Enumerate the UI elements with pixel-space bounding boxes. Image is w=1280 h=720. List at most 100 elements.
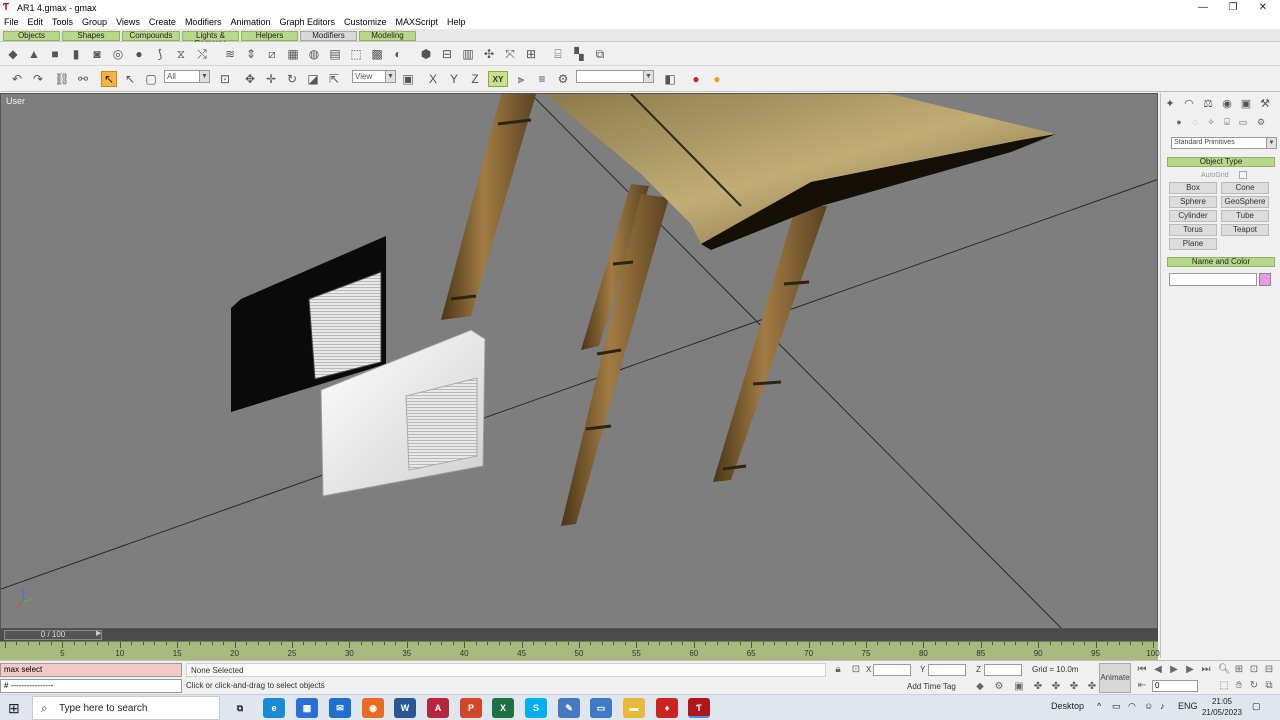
mail-icon[interactable]: ✉ — [329, 698, 351, 718]
tab-lights-cameras[interactable]: Lights & Cameras — [182, 31, 239, 48]
cube-icon[interactable]: ◆ — [5, 46, 21, 62]
key-mode-toggle-icon[interactable]: ⇤ — [1136, 680, 1148, 692]
ffd-icon[interactable]: ▤ — [327, 46, 343, 62]
tab-shapes[interactable]: Shapes — [62, 31, 120, 41]
edit-mesh-icon[interactable]: ⬚ — [348, 46, 364, 62]
utilities-tab-icon[interactable]: ⚒ — [1258, 97, 1272, 111]
go-to-end-icon[interactable]: ⏭ — [1200, 664, 1212, 676]
edge-icon[interactable]: e — [263, 698, 285, 718]
tab-helpers[interactable]: Helpers — [241, 31, 298, 41]
skew-icon[interactable]: ⧄ — [264, 46, 280, 62]
zoom-extents-icon[interactable]: ⊡ — [1248, 664, 1260, 676]
volume-icon[interactable]: ♪ — [1160, 701, 1165, 711]
key-mode-icon[interactable]: ✤ — [1032, 681, 1044, 693]
excel-icon[interactable]: X — [492, 698, 514, 718]
maxscript-listener-input[interactable]: # ---------------- — [0, 679, 182, 693]
torus-button[interactable]: Torus — [1169, 224, 1217, 236]
hierarchy-tab-icon[interactable]: ⚖ — [1201, 97, 1215, 111]
tab-objects[interactable]: Objects — [3, 31, 60, 41]
battery-icon[interactable]: ▭ — [1112, 701, 1121, 712]
menu-maxscript[interactable]: MAXScript — [396, 17, 439, 27]
reference-coord-dropdown[interactable]: View ▼ — [352, 70, 396, 83]
selection-filter-dropdown[interactable]: All ▼ — [164, 70, 210, 83]
smooth-icon[interactable]: ◐ — [390, 46, 406, 62]
object-color-swatch[interactable] — [1259, 273, 1271, 286]
track-bar[interactable]: 5 10 15 20 25 30 35 40 45 50 55 60 65 70 75 80 85 90 95 100 — [0, 641, 1160, 660]
create-tab-icon[interactable]: ✦ — [1163, 97, 1177, 111]
teapot-button[interactable]: Teapot — [1221, 224, 1269, 236]
move-icon[interactable]: ✥ — [242, 71, 258, 87]
cameras-icon[interactable]: ⌸ — [1221, 117, 1233, 129]
lock-selection-icon[interactable]: 🔒︎ — [832, 664, 844, 676]
menu-views[interactable]: Views — [116, 17, 140, 27]
snap-icon[interactable]: ⚙ — [555, 71, 571, 87]
sphere-icon[interactable]: ● — [131, 46, 147, 62]
pivot-center-icon[interactable]: ▣ — [400, 71, 416, 87]
selection-region-icon[interactable]: ▢ — [143, 71, 159, 87]
absolute-mode-icon[interactable]: ⊡ — [850, 664, 862, 676]
people-icon[interactable]: ☺ — [1144, 701, 1153, 711]
autogrid-checkbox[interactable] — [1239, 171, 1247, 179]
restrict-y-icon[interactable]: Y — [446, 71, 462, 87]
menu-modifiers[interactable]: Modifiers — [185, 17, 222, 27]
next-frame-icon[interactable]: ▶ — [1184, 664, 1196, 676]
menu-create[interactable]: Create — [149, 17, 176, 27]
windows-start-icon[interactable]: ⊞ — [8, 700, 24, 716]
taper-icon[interactable]: ⧖ — [173, 46, 189, 62]
named-selection-dropdown[interactable]: ▼ — [576, 70, 654, 83]
optimize-icon[interactable]: ✣ — [481, 46, 497, 62]
unlink-icon[interactable]: ⚯ — [75, 71, 91, 87]
systems-icon[interactable]: ⚙ — [1255, 117, 1267, 129]
modify-tab-icon[interactable]: ◠ — [1182, 97, 1196, 111]
menu-tools[interactable]: Tools — [52, 17, 73, 27]
select-link-icon[interactable]: ⛓ — [54, 71, 70, 87]
select-by-name-icon[interactable]: ↖ — [122, 71, 138, 87]
powerpoint-icon[interactable]: P — [460, 698, 482, 718]
firefox-icon[interactable]: ◉ — [362, 698, 384, 718]
taskbar-clock[interactable]: 21:05 21/05/2023 — [1200, 696, 1244, 718]
bend-icon[interactable]: ⟆ — [152, 46, 168, 62]
object-name-field[interactable] — [1169, 273, 1257, 286]
access-icon[interactable]: A — [427, 698, 449, 718]
lattice-icon[interactable]: ▦ — [285, 46, 301, 62]
mirror-tool-icon[interactable]: ⫸ — [513, 71, 529, 87]
gmax-taskbar-icon[interactable]: Ƭ — [688, 698, 710, 718]
current-frame-field[interactable]: 0 — [1152, 680, 1198, 692]
name-and-color-rollout[interactable]: Name and Color — [1167, 257, 1275, 267]
lights-icon[interactable]: ✧ — [1205, 117, 1217, 129]
chevron-up-icon[interactable]: ^ — [1097, 701, 1101, 711]
close-button[interactable]: ✕ — [1246, 0, 1280, 15]
motion-tab-icon[interactable]: ◉ — [1220, 97, 1234, 111]
time-slider-thumb[interactable]: 0 / 100 — [4, 630, 102, 640]
primitive-category-dropdown[interactable]: Standard Primitives ▼ — [1171, 137, 1277, 149]
set-key-icon[interactable]: ▣ — [1013, 681, 1025, 693]
tab-compounds[interactable]: Compounds — [122, 31, 180, 41]
next-frame-arrow-icon[interactable]: ▶ — [96, 629, 101, 639]
sphere-button[interactable]: Sphere — [1169, 196, 1217, 208]
geometry-icon[interactable]: ● — [1173, 117, 1185, 129]
game-icon[interactable]: ♦ — [656, 698, 678, 718]
xform-icon[interactable]: ⊞ — [523, 46, 539, 62]
scene-canvas[interactable] — [1, 94, 1158, 629]
notifications-icon[interactable]: ▢ — [1252, 701, 1261, 712]
restrict-xy-button[interactable]: XY — [488, 71, 508, 87]
menu-customize[interactable]: Customize — [344, 17, 387, 27]
noise-icon[interactable]: ≋ — [222, 46, 238, 62]
geosphere-button[interactable]: GeoSphere — [1221, 196, 1269, 208]
rotate-icon[interactable]: ↻ — [284, 71, 300, 87]
taskbar-search-box[interactable]: ⌕ Type here to search — [32, 696, 220, 720]
plane-button[interactable]: Plane — [1169, 238, 1217, 250]
y-coordinate-field[interactable] — [928, 664, 966, 676]
twist-icon[interactable]: ⤭ — [194, 46, 210, 62]
tube-button[interactable]: Tube — [1221, 210, 1269, 222]
z-coordinate-field[interactable] — [984, 664, 1022, 676]
viewport-user[interactable]: User — [0, 93, 1158, 629]
relax-icon[interactable]: ▩ — [369, 46, 385, 62]
object-type-rollout[interactable]: Object Type — [1167, 157, 1275, 167]
file-explorer-icon[interactable]: ▬ — [623, 698, 645, 718]
box-icon[interactable]: ■ — [47, 46, 63, 62]
spherify-icon[interactable]: ◍ — [306, 46, 322, 62]
move-icon-2[interactable]: ✛ — [263, 71, 279, 87]
render-icon[interactable]: ● — [688, 71, 704, 87]
shapes-icon[interactable]: ◌ — [1189, 117, 1201, 129]
